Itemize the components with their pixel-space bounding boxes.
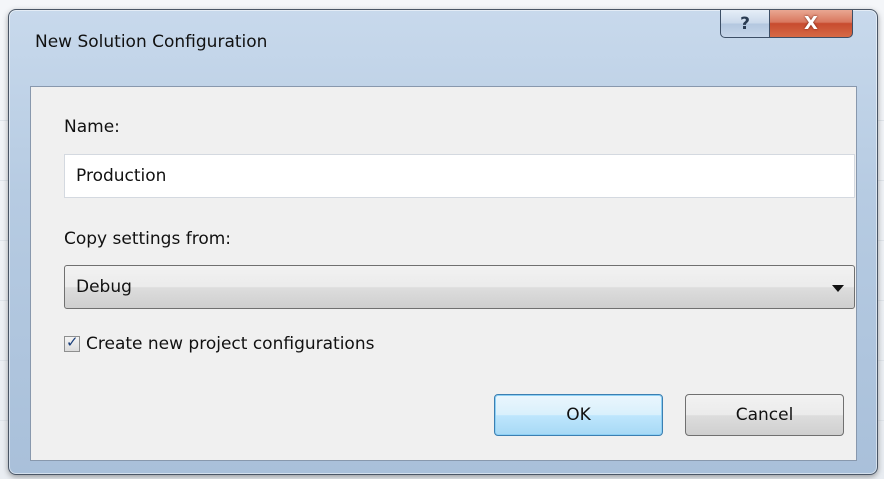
dialog-title: New Solution Configuration (35, 32, 268, 52)
copy-settings-dropdown[interactable]: Debug (64, 265, 855, 309)
close-icon: X (804, 13, 818, 34)
chevron-down-icon[interactable] (832, 285, 844, 292)
help-icon: ? (740, 13, 750, 34)
create-project-configurations-option[interactable]: ✓ Create new project configurations (64, 333, 374, 354)
name-input[interactable] (64, 154, 855, 198)
new-solution-configuration-dialog: New Solution Configuration ? X Name: Cop… (8, 9, 878, 475)
name-label: Name: (64, 117, 120, 137)
cancel-button-label: Cancel (735, 405, 794, 425)
copy-settings-selected-value: Debug (76, 277, 132, 297)
close-button[interactable]: X (769, 10, 853, 38)
create-project-configurations-label[interactable]: Create new project configurations (86, 334, 374, 354)
ok-button[interactable]: OK (494, 394, 663, 436)
help-button[interactable]: ? (720, 10, 770, 38)
dialog-titlebar[interactable]: New Solution Configuration ? X (9, 10, 877, 66)
copy-settings-label: Copy settings from: (64, 229, 232, 249)
create-project-configurations-checkbox[interactable]: ✓ (64, 333, 80, 352)
ok-button-label: OK (566, 405, 591, 425)
cancel-button[interactable]: Cancel (685, 394, 844, 436)
check-icon: ✓ (66, 333, 79, 351)
dialog-body: Name: Copy settings from: Debug ✓ Create… (30, 86, 857, 461)
